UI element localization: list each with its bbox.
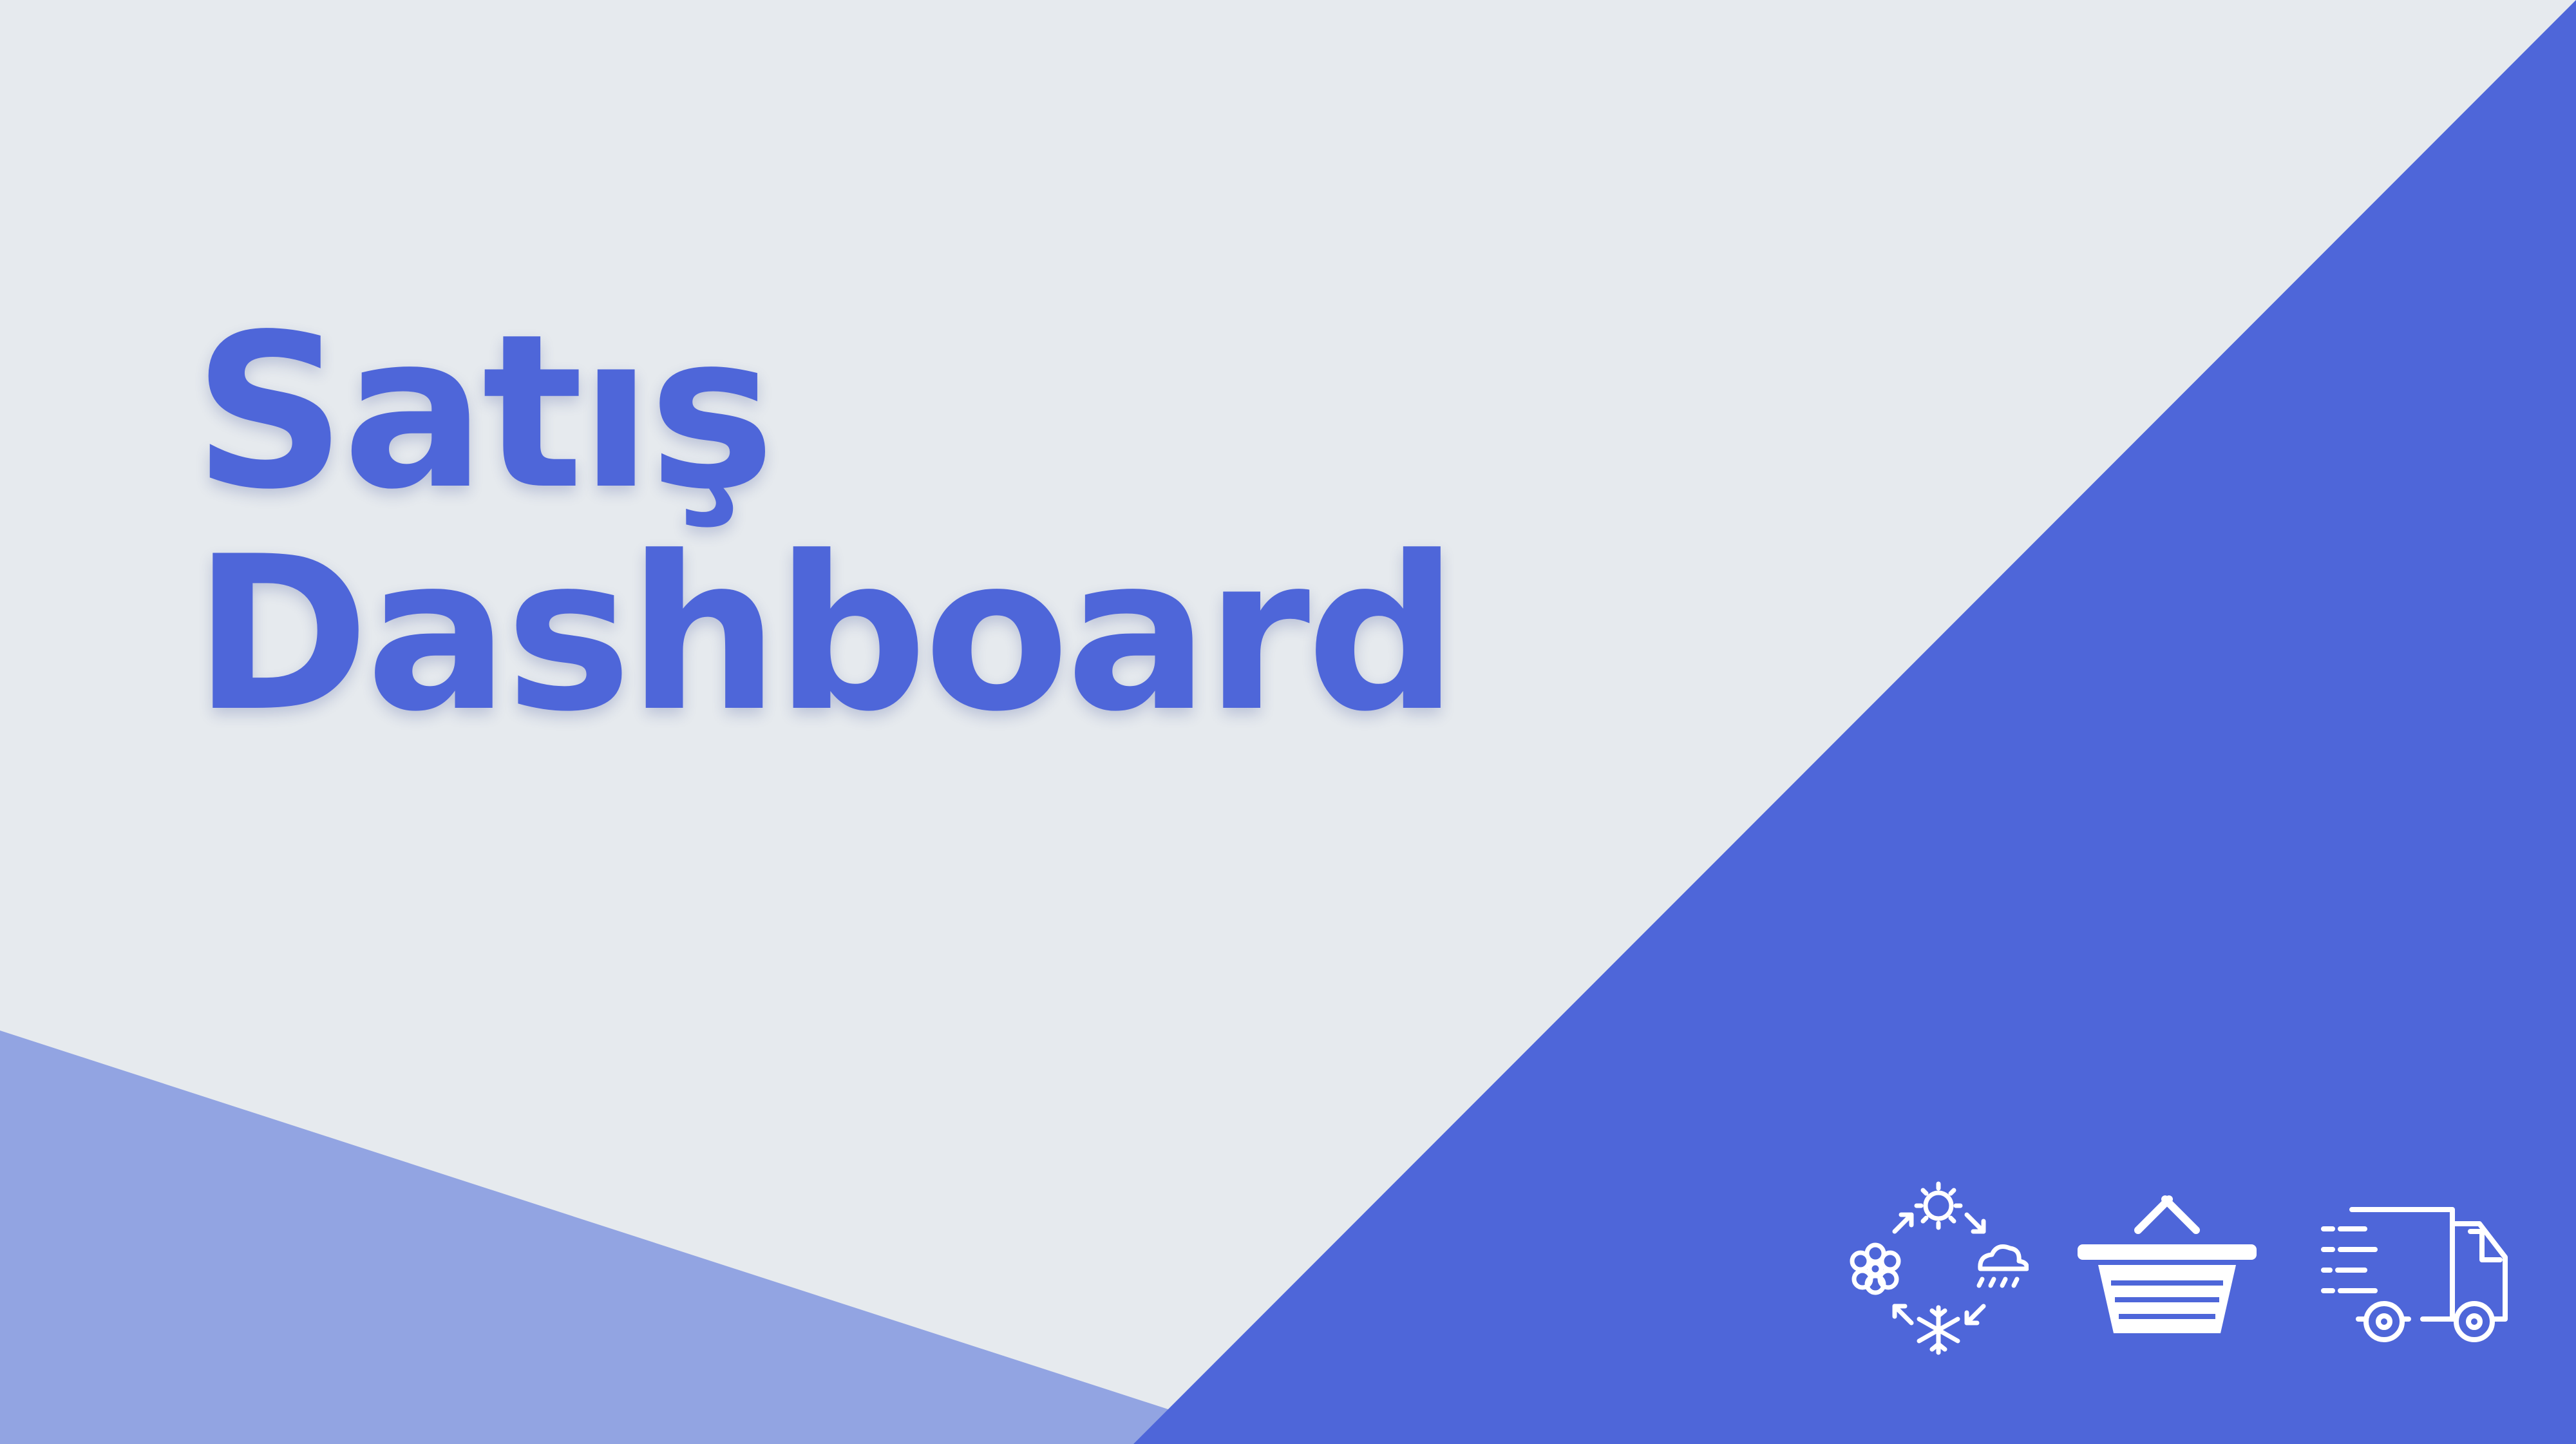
page-title: Satış Dashboard: [193, 289, 1459, 758]
title-line-2: Dashboard: [193, 511, 1459, 758]
delivery-truck-icon: [2318, 1179, 2524, 1359]
seasons-cycle-icon: [1848, 1179, 2029, 1359]
title-slide: Satış Dashboard: [0, 0, 2576, 1444]
shopping-basket-icon: [2074, 1179, 2260, 1359]
icon-row: [1842, 1179, 2524, 1359]
title-line-1: Satış: [193, 289, 775, 536]
light-blue-triangle: [0, 1031, 1172, 1444]
